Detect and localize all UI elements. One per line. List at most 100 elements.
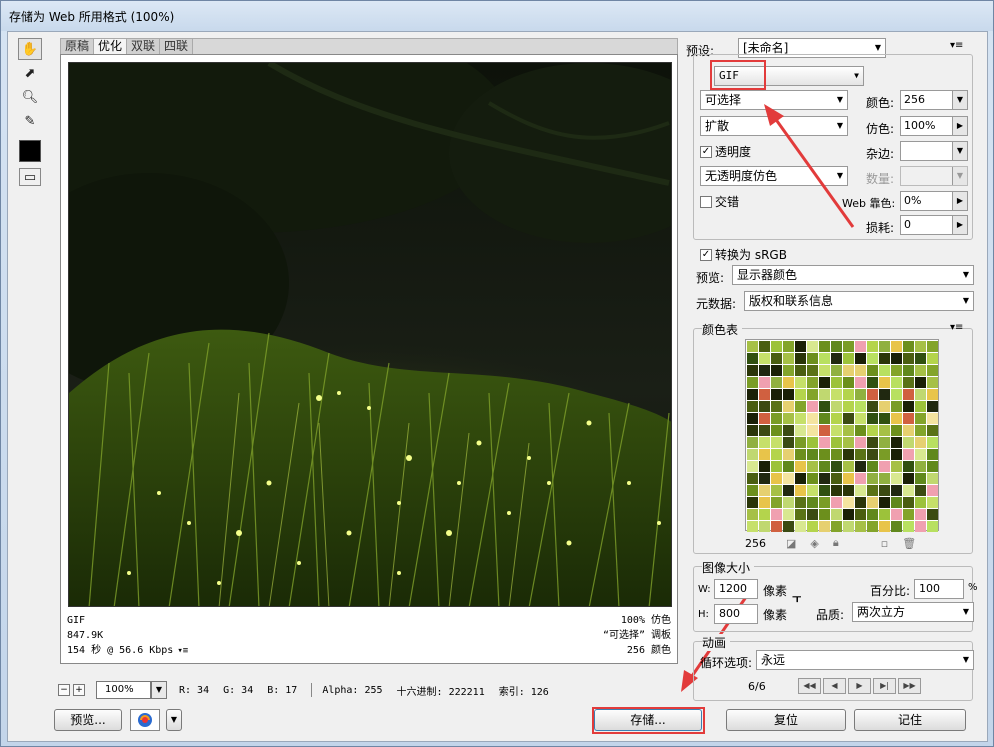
color-table-menu-icon[interactable]: ▾≡ xyxy=(950,322,963,333)
color-swatch[interactable] xyxy=(843,473,854,484)
color-swatch[interactable] xyxy=(927,389,938,400)
color-swatch[interactable] xyxy=(807,473,818,484)
convert-srgb-checkbox[interactable]: ✓ 转换为 sRGB xyxy=(700,246,787,263)
color-swatch[interactable] xyxy=(927,413,938,424)
color-swatch[interactable] xyxy=(747,485,758,496)
color-swatch[interactable] xyxy=(867,449,878,460)
color-swatch[interactable] xyxy=(795,437,806,448)
color-swatch[interactable] xyxy=(747,437,758,448)
zoom-out-button[interactable]: − xyxy=(58,684,70,696)
color-swatch[interactable] xyxy=(927,497,938,508)
zoom-in-button[interactable]: + xyxy=(73,684,85,696)
color-swatch[interactable] xyxy=(747,449,758,460)
color-swatch[interactable] xyxy=(807,413,818,424)
color-swatch[interactable] xyxy=(783,341,794,352)
color-swatch[interactable] xyxy=(867,389,878,400)
color-swatch[interactable] xyxy=(819,497,830,508)
metadata-dropdown[interactable]: 版权和联系信息 ▼ xyxy=(744,291,974,311)
color-swatch[interactable] xyxy=(867,413,878,424)
color-swatch[interactable] xyxy=(915,353,926,364)
web-snap-field[interactable]: 0% ▶ xyxy=(900,191,968,211)
color-swatch[interactable] xyxy=(867,365,878,376)
color-swatch[interactable] xyxy=(807,485,818,496)
chevron-down-icon[interactable]: ▼ xyxy=(952,91,967,109)
color-swatch[interactable] xyxy=(843,461,854,472)
color-swatch[interactable] xyxy=(795,461,806,472)
color-swatch[interactable] xyxy=(783,497,794,508)
color-swatch[interactable] xyxy=(819,377,830,388)
color-swatch[interactable] xyxy=(843,341,854,352)
color-swatch[interactable] xyxy=(843,449,854,460)
color-swatch[interactable] xyxy=(819,425,830,436)
width-field[interactable]: 1200 xyxy=(714,579,758,599)
color-swatch[interactable] xyxy=(795,365,806,376)
color-table-grid[interactable] xyxy=(745,339,939,532)
color-swatch[interactable] xyxy=(891,509,902,520)
color-swatch[interactable] xyxy=(915,377,926,388)
color-swatch[interactable] xyxy=(879,461,890,472)
color-swatch[interactable] xyxy=(831,485,842,496)
color-swatch[interactable] xyxy=(855,497,866,508)
previous-frame-icon[interactable]: ◀ xyxy=(823,678,846,694)
percent-field[interactable]: 100 xyxy=(914,579,964,599)
color-swatch[interactable] xyxy=(831,425,842,436)
color-swatch[interactable] xyxy=(795,473,806,484)
colors-field[interactable]: 256 ▼ xyxy=(900,90,968,110)
color-swatch[interactable] xyxy=(759,353,770,364)
color-swatch[interactable] xyxy=(831,389,842,400)
color-swatch[interactable] xyxy=(843,437,854,448)
color-swatch[interactable] xyxy=(867,509,878,520)
color-swatch[interactable] xyxy=(867,353,878,364)
color-swatch[interactable] xyxy=(771,389,782,400)
color-swatch[interactable] xyxy=(831,353,842,364)
color-swatch[interactable] xyxy=(747,413,758,424)
color-swatch[interactable] xyxy=(747,389,758,400)
color-swatch[interactable] xyxy=(747,401,758,412)
color-swatch[interactable] xyxy=(843,425,854,436)
color-swatch[interactable] xyxy=(795,521,806,532)
color-swatch[interactable] xyxy=(819,461,830,472)
color-swatch[interactable] xyxy=(759,425,770,436)
color-swatch[interactable] xyxy=(891,485,902,496)
lock-icon[interactable]: 🔒︎ xyxy=(833,536,839,550)
tab-original[interactable]: 原稿 xyxy=(61,39,95,54)
browser-dropdown-icon[interactable]: ▼ xyxy=(166,709,182,731)
color-swatch[interactable] xyxy=(891,449,902,460)
color-swatch[interactable] xyxy=(771,461,782,472)
color-swatch[interactable] xyxy=(783,353,794,364)
color-swatch[interactable] xyxy=(831,461,842,472)
color-swatch[interactable] xyxy=(843,389,854,400)
color-swatch[interactable] xyxy=(915,437,926,448)
color-swatch[interactable] xyxy=(759,449,770,460)
color-swatch[interactable] xyxy=(807,425,818,436)
chevron-right-icon[interactable]: ▶ xyxy=(952,192,967,210)
hand-tool-icon[interactable]: ✋ xyxy=(18,38,42,60)
color-swatch[interactable] xyxy=(795,509,806,520)
color-swatch[interactable] xyxy=(927,473,938,484)
color-swatch[interactable] xyxy=(771,341,782,352)
color-swatch[interactable] xyxy=(783,425,794,436)
color-swatch[interactable] xyxy=(771,449,782,460)
color-swatch[interactable] xyxy=(747,473,758,484)
color-swatch[interactable] xyxy=(855,389,866,400)
color-swatch[interactable] xyxy=(915,449,926,460)
color-swatch[interactable] xyxy=(759,365,770,376)
color-swatch[interactable] xyxy=(747,353,758,364)
lossy-field[interactable]: 0 ▶ xyxy=(900,215,968,235)
eyedropper-tool-icon[interactable]: ✎ xyxy=(18,110,42,132)
new-color-icon[interactable]: ▫ xyxy=(881,537,888,550)
color-swatch[interactable] xyxy=(759,377,770,388)
color-swatch[interactable] xyxy=(831,509,842,520)
zoom-dropdown-arrow-icon[interactable]: ▼ xyxy=(151,681,167,699)
color-swatch[interactable] xyxy=(915,485,926,496)
color-swatch[interactable] xyxy=(843,521,854,532)
color-swatch[interactable] xyxy=(879,413,890,424)
color-swatch[interactable] xyxy=(843,413,854,424)
color-swatch[interactable] xyxy=(891,473,902,484)
color-swatch[interactable] xyxy=(747,521,758,532)
color-swatch[interactable] xyxy=(903,365,914,376)
color-swatch[interactable] xyxy=(831,413,842,424)
chevron-right-icon[interactable]: ▶ xyxy=(952,216,967,234)
web-shift-icon[interactable]: ◪ xyxy=(786,537,796,550)
color-swatch[interactable] xyxy=(783,521,794,532)
